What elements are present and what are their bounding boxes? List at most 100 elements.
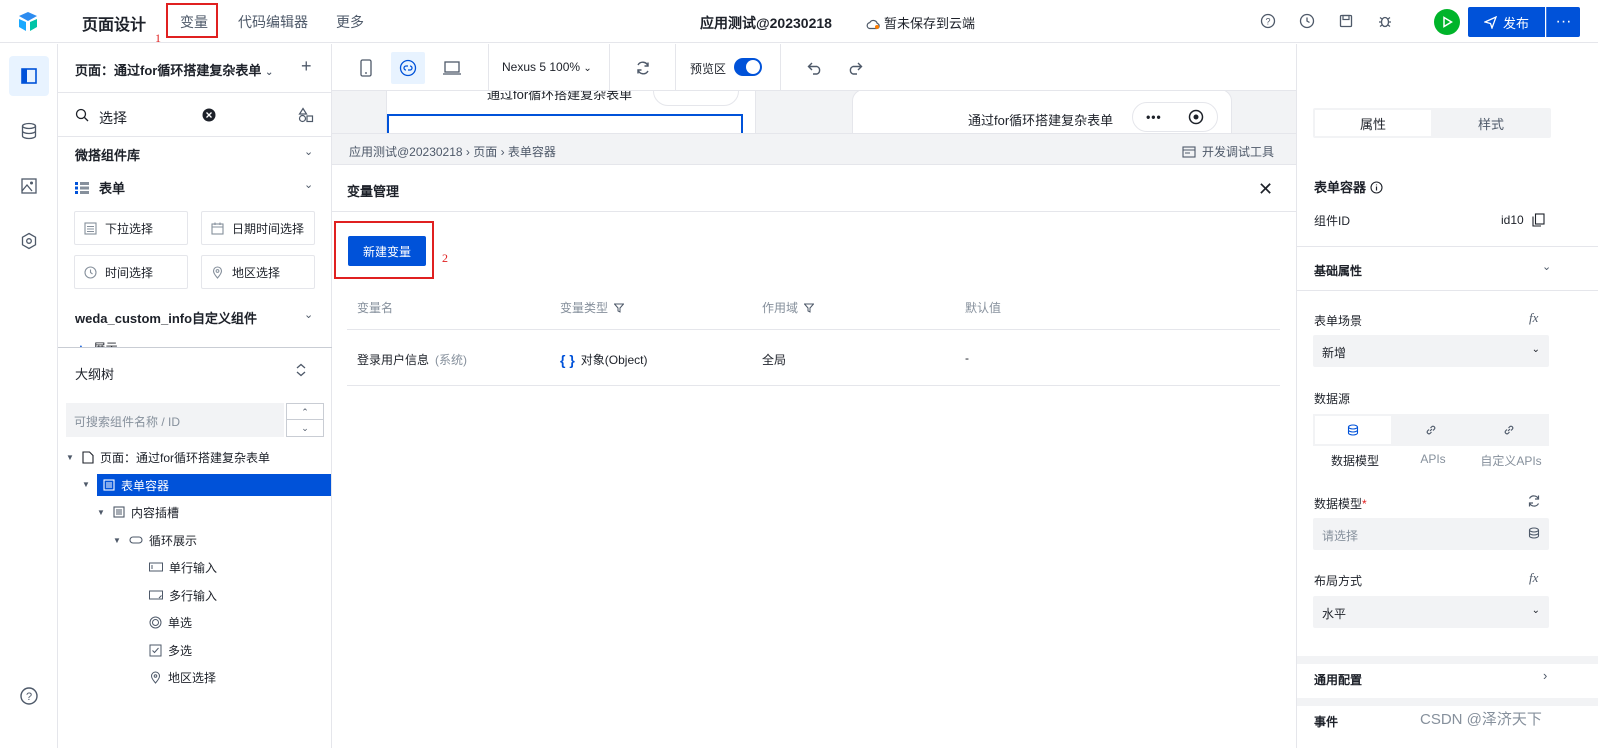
tree-node-multi-input[interactable]: 多行输入 (149, 584, 217, 606)
filter-icon[interactable] (614, 303, 625, 313)
device-zoom-select[interactable]: Nexus 5 100% ⌄ (502, 60, 592, 74)
system-tag: (系统) (435, 353, 468, 367)
refresh-icon[interactable] (1527, 494, 1541, 508)
filter-icon[interactable] (804, 303, 815, 313)
weda-logo-icon[interactable] (16, 10, 40, 34)
variable-manager-panel: 变量管理 ✕ 新建变量 2 变量名 变量类型 作用域 默认值 登录用户信息 (系… (332, 165, 1296, 748)
chevron-down-icon[interactable]: ⌄ (304, 178, 313, 191)
datasource-tab-apis[interactable] (1393, 416, 1469, 444)
tree-node-form-container[interactable]: 表单容器 (97, 474, 331, 496)
outline-search-input[interactable]: 可搜索组件名称 / ID (66, 403, 284, 437)
info-icon[interactable] (1370, 181, 1383, 194)
tree-node-loop[interactable]: ▼ 循环展示 (113, 529, 197, 551)
rail-image-icon[interactable] (9, 166, 49, 206)
tab-styles[interactable]: 样式 (1433, 110, 1549, 136)
caret-down-icon[interactable]: ▼ (82, 480, 92, 489)
tree-node-label: 单选 (168, 615, 193, 630)
chevron-up-icon[interactable]: ⌃ (287, 404, 323, 420)
tab-more[interactable]: 更多 (336, 12, 364, 32)
general-config-header[interactable]: 通用配置 (1314, 671, 1362, 688)
custom-component-item[interactable]: ▲ 展示 (75, 339, 118, 347)
help-icon[interactable]: ? (1258, 11, 1278, 31)
tab-code-editor[interactable]: 代码编辑器 (238, 12, 308, 32)
close-icon[interactable]: ✕ (1258, 179, 1273, 200)
debug-bug-icon[interactable] (1375, 11, 1395, 31)
tree-node-label: 循环展示 (149, 533, 198, 548)
tree-node-radio[interactable]: 单选 (149, 611, 192, 633)
component-dropdown-select[interactable]: 下拉选择 (74, 211, 188, 245)
fx-icon[interactable]: fx (1529, 570, 1538, 586)
refresh-icon[interactable] (626, 52, 660, 84)
form-group-header[interactable]: 表单 (75, 178, 125, 197)
datasource-tab-model[interactable] (1315, 416, 1391, 444)
add-page-button[interactable]: + (301, 56, 312, 77)
caret-down-icon[interactable]: ▼ (66, 453, 76, 462)
desktop-view-icon[interactable] (435, 52, 469, 84)
property-tabs: 属性 样式 (1313, 108, 1551, 138)
undo-icon[interactable] (798, 52, 832, 84)
publish-button[interactable]: 发布 (1468, 7, 1545, 37)
run-button[interactable] (1434, 9, 1460, 35)
textarea-icon (149, 590, 163, 600)
preview-toggle[interactable] (734, 58, 762, 76)
rail-settings-hex-icon[interactable] (9, 221, 49, 261)
outline-nav-stepper[interactable]: ⌃ ⌄ (286, 403, 324, 437)
page-select[interactable]: 页面：通过for循环搭建复杂表单 ⌄ (75, 60, 273, 79)
save-icon[interactable] (1336, 11, 1356, 31)
tree-node-checkbox[interactable]: 多选 (149, 639, 192, 661)
chevron-down-icon[interactable]: ⌄ (1542, 260, 1551, 273)
caret-down-icon[interactable]: ▼ (97, 508, 107, 517)
library-title[interactable]: 微搭组件库 (75, 145, 140, 164)
canvas-mobile-frame[interactable]: 通过for循环搭建复杂表单 (386, 91, 756, 133)
datasource-tabs (1313, 414, 1549, 446)
custom-group-title[interactable]: weda_custom_info自定义组件 (75, 308, 257, 327)
selected-component-outline[interactable] (387, 114, 743, 133)
clear-icon[interactable] (202, 108, 216, 122)
tab-properties[interactable]: 属性 (1315, 110, 1431, 136)
datasource-tab-custom-apis[interactable] (1471, 416, 1547, 444)
tree-node-page[interactable]: ▼ 页面：通过for循环搭建复杂表单 (66, 446, 332, 468)
dev-tools-button[interactable]: 开发调试工具 (1182, 143, 1274, 160)
expand-collapse-icon[interactable] (295, 363, 307, 377)
copy-icon[interactable] (1532, 213, 1545, 227)
target-icon[interactable] (1188, 109, 1204, 125)
rail-database-icon[interactable] (9, 111, 49, 151)
canvas-area[interactable]: 通过for循环搭建复杂表单 通过for循环搭建复杂表单 ••• (332, 91, 1296, 133)
events-header[interactable]: 事件 (1314, 713, 1338, 730)
breadcrumb-path[interactable]: 应用测试@20230218 › 页面 › 表单容器 (349, 143, 556, 160)
tree-node-region[interactable]: 地区选择 (149, 666, 216, 688)
divider (609, 44, 610, 91)
component-time-select[interactable]: 时间选择 (74, 255, 188, 289)
chevron-down-icon[interactable]: ⌄ (287, 420, 323, 436)
tree-node-single-input[interactable]: 单行输入 (149, 556, 217, 578)
panel-splitter[interactable] (58, 347, 332, 348)
new-variable-button[interactable]: 新建变量 (348, 236, 426, 266)
divider (58, 92, 332, 93)
form-scene-select[interactable]: 新增 ⌄ (1313, 335, 1549, 367)
caret-down-icon[interactable]: ▼ (113, 536, 123, 545)
rail-help-icon[interactable]: ? (9, 676, 49, 716)
shapes-icon[interactable] (298, 107, 314, 123)
component-region-select[interactable]: 地区选择 (201, 255, 315, 289)
chevron-right-icon[interactable]: › (1543, 668, 1547, 683)
component-search-input[interactable]: 选择 (99, 108, 127, 128)
location-icon (150, 671, 161, 684)
rail-page-icon[interactable] (9, 56, 49, 96)
fx-icon[interactable]: fx (1529, 310, 1538, 326)
canvas-preview-frame[interactable]: 通过for循环搭建复杂表单 ••• (852, 91, 1232, 133)
variable-name-cell[interactable]: 登录用户信息 (系统) (357, 351, 467, 368)
mobile-view-icon[interactable] (349, 52, 383, 84)
chevron-down-icon[interactable]: ⌄ (304, 308, 313, 321)
tree-node-content-slot[interactable]: ▼ 内容插槽 (97, 501, 179, 523)
basic-props-header[interactable]: 基础属性 (1314, 262, 1362, 279)
component-datetime-select[interactable]: 日期时间选择 (201, 211, 315, 245)
column-header-label: 变量类型 (560, 301, 609, 315)
layout-select[interactable]: 水平 ⌄ (1313, 596, 1549, 628)
data-model-select[interactable]: 请选择 (1313, 518, 1549, 550)
chevron-down-icon[interactable]: ⌄ (304, 145, 313, 158)
responsive-view-icon[interactable] (391, 52, 425, 84)
publish-more-button[interactable]: ··· (1546, 7, 1580, 37)
redo-icon[interactable] (838, 52, 872, 84)
history-icon[interactable] (1297, 11, 1317, 31)
more-dots-icon[interactable]: ••• (1146, 110, 1162, 124)
